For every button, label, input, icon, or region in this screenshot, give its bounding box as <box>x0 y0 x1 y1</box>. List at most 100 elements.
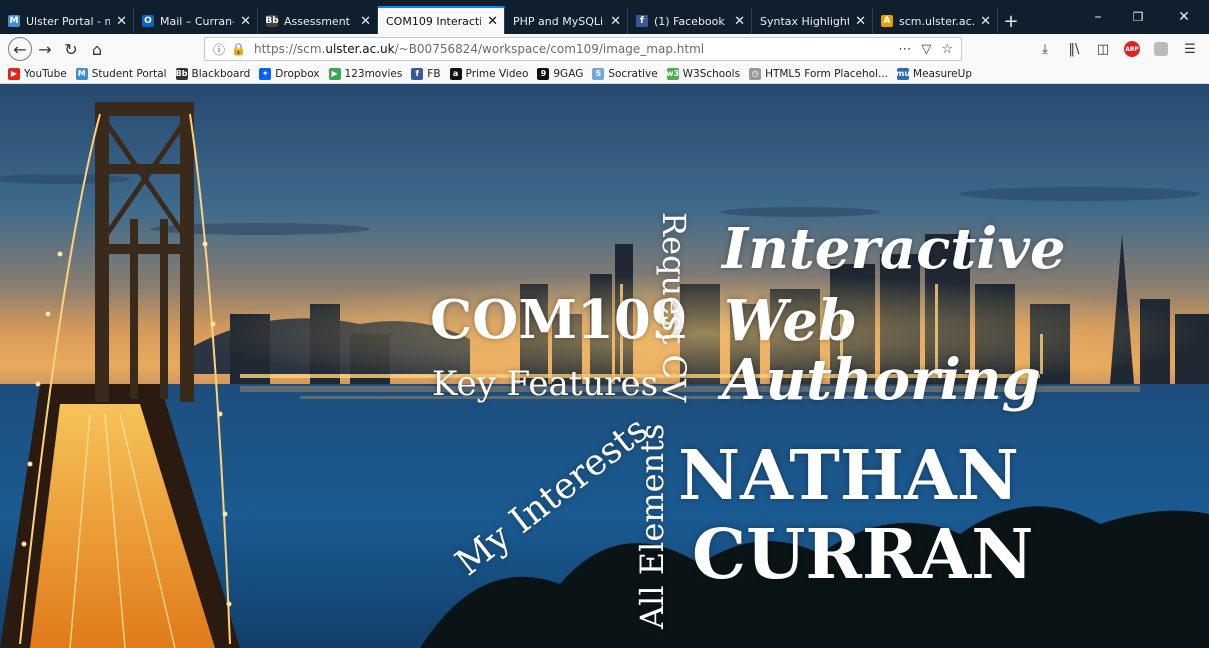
library-icon[interactable]: ‖\ <box>1061 36 1087 62</box>
bookmark-fb[interactable]: f FB <box>411 67 441 80</box>
bookmark-label: HTML5 Form Placehol... <box>765 67 889 80</box>
tab-6[interactable]: f (1) Facebook ✕ <box>628 8 752 34</box>
bookmark-label: MeasureUp <box>913 67 972 80</box>
extension-icon[interactable] <box>1148 36 1174 62</box>
course-code-link[interactable]: COM109 <box>430 294 688 347</box>
tab-2[interactable]: O Mail – Curran-N11 ✕ <box>134 8 258 34</box>
restore-button[interactable]: ❐ <box>1118 6 1158 28</box>
tab-favicon-icon: f <box>636 15 648 27</box>
tab-title: scm.ulster.ac.uk / lo <box>899 14 974 28</box>
bookmarks-toolbar: ▶ YouTube M Student Portal Bb Blackboard ✦ Drop… <box>0 64 1209 84</box>
name-first: NATHAN <box>678 436 1019 516</box>
tab-close-icon[interactable]: ✕ <box>487 14 498 29</box>
tab-favicon-icon: M <box>8 15 20 27</box>
tab-list: M Ulster Portal - myda ✕ O Mail – Curran-N11… <box>0 0 998 34</box>
bookmark-label: Prime Video <box>465 67 529 80</box>
key-features-link[interactable]: Key Features <box>432 367 658 401</box>
bookmark-blackboard[interactable]: Bb Blackboard <box>175 67 251 80</box>
page-actions-icon[interactable]: ⋯ <box>898 42 911 57</box>
tab-favicon-icon: A <box>881 15 893 27</box>
bookmark-favicon-icon: a <box>449 67 462 80</box>
bookmark-label: 123movies <box>344 67 403 80</box>
bookmark-favicon-icon: ✦ <box>259 67 272 80</box>
minimize-button[interactable]: – <box>1078 6 1118 28</box>
back-button[interactable]: ← <box>8 37 32 61</box>
sidebar-icon[interactable]: ◫ <box>1090 36 1116 62</box>
tab-title: Syntax Highlighter <box>760 14 849 28</box>
tab-close-icon[interactable]: ✕ <box>980 14 991 29</box>
home-button[interactable]: ⌂ <box>84 36 110 62</box>
tab-close-icon[interactable]: ✕ <box>855 14 866 29</box>
tab-1[interactable]: M Ulster Portal - myda ✕ <box>0 8 134 34</box>
tab-7[interactable]: Syntax Highlighter ✕ <box>752 8 873 34</box>
bookmark-prime-video[interactable]: a Prime Video <box>449 67 529 80</box>
bookmark-9gag[interactable]: 9 9GAG <box>537 67 584 80</box>
bookmark-favicon-icon: 9 <box>537 67 550 80</box>
tab-close-icon[interactable]: ✕ <box>610 14 621 29</box>
tab-title: Mail – Curran-N11 <box>160 14 234 28</box>
bookmark-label: Blackboard <box>191 67 251 80</box>
bookmark-label: Dropbox <box>275 67 320 80</box>
pocket-icon[interactable]: ▽ <box>921 42 931 57</box>
url-bar[interactable]: ⓘ 🔒 https://scm.ulster.ac.uk/~B00756824/… <box>204 37 962 61</box>
bookmark-label: Student Portal <box>91 67 167 80</box>
bookmark-label: FB <box>427 67 441 80</box>
bookmark-favicon-icon: ▶ <box>8 67 20 80</box>
close-window-button[interactable]: ✕ <box>1164 6 1204 28</box>
page-content: COM109 Key Features Request CV My Intere… <box>0 84 1209 648</box>
bookmark-favicon-icon: ▶ <box>328 67 341 80</box>
tab-title: Ulster Portal - myda <box>26 14 110 28</box>
bookmark-123movies[interactable]: ▶ 123movies <box>328 67 403 80</box>
bookmark-w3schools[interactable]: w3 W3Schools <box>666 67 741 80</box>
bookmark-measureup[interactable]: mu MeasureUp <box>896 67 972 80</box>
bookmark-youtube[interactable]: ▶ YouTube <box>8 67 67 80</box>
title-authoring: Authoring <box>722 347 1041 413</box>
title-web: Web <box>724 288 858 354</box>
bookmark-favicon-icon: S <box>592 67 605 80</box>
bookmark-favicon-icon: f <box>411 67 424 80</box>
name-last: CURRAN <box>692 515 1034 595</box>
bookmark-socrative[interactable]: S Socrative <box>592 67 658 80</box>
bookmark-star-icon[interactable]: ☆ <box>941 42 953 57</box>
new-tab-button[interactable]: + <box>998 8 1024 34</box>
bookmark-favicon-icon: Bb <box>175 67 188 80</box>
tab-close-icon[interactable]: ✕ <box>734 14 745 29</box>
tab-strip: M Ulster Portal - myda ✕ O Mail – Curran-N11… <box>0 0 1209 34</box>
tab-close-icon[interactable]: ✕ <box>116 14 127 29</box>
reload-button[interactable]: ↻ <box>58 36 84 62</box>
tab-4[interactable]: COM109 Interactive We ✕ <box>378 6 505 34</box>
download-icon[interactable]: ⤓ <box>1032 36 1058 62</box>
tab-3[interactable]: Bb Assessment – COM ✕ <box>258 8 378 34</box>
tab-close-icon[interactable]: ✕ <box>360 14 371 29</box>
url-text[interactable]: https://scm.ulster.ac.uk/~B00756824/work… <box>254 42 704 56</box>
title-interactive: Interactive <box>722 216 1066 282</box>
tab-5[interactable]: PHP and MySQLi Thank ✕ <box>505 8 628 34</box>
forward-button[interactable]: → <box>32 36 58 62</box>
tab-title: COM109 Interactive We <box>386 14 481 28</box>
adblock-icon[interactable]: ABP <box>1119 36 1145 62</box>
info-icon[interactable]: ⓘ <box>213 41 225 58</box>
bookmark-dropbox[interactable]: ✦ Dropbox <box>259 67 320 80</box>
bookmark-favicon-icon: w3 <box>666 67 680 80</box>
bookmark-favicon-icon: ◷ <box>749 67 762 80</box>
lock-icon: 🔒 <box>231 42 246 56</box>
navigation-bar: ← → ↻ ⌂ ⓘ 🔒 https://scm.ulster.ac.uk/~B0… <box>0 34 1209 64</box>
all-elements-link[interactable]: All Elements <box>633 424 671 629</box>
menu-icon[interactable]: ☰ <box>1177 36 1203 62</box>
bookmark-label: W3Schools <box>682 67 741 80</box>
tab-favicon-icon: Bb <box>265 15 279 27</box>
tab-title: (1) Facebook <box>654 14 725 28</box>
tab-8[interactable]: Ascm.ulster.ac.uk / lo ✕ <box>873 8 998 34</box>
bookmark-favicon-icon: mu <box>896 67 911 80</box>
tab-close-icon[interactable]: ✕ <box>240 14 251 29</box>
bookmark-label: 9GAG <box>553 67 584 80</box>
tab-title: PHP and MySQLi Thank <box>513 14 604 28</box>
tab-favicon-icon: O <box>142 15 154 27</box>
bookmark-label: Socrative <box>608 67 658 80</box>
bookmark-student-portal[interactable]: M Student Portal <box>75 67 167 80</box>
bookmark-favicon-icon: M <box>75 67 88 80</box>
bookmark-label: YouTube <box>24 67 67 80</box>
request-cv-link[interactable]: Request CV <box>655 212 693 402</box>
bookmark-html5-form-placehol[interactable]: ◷ HTML5 Form Placehol... <box>749 67 889 80</box>
tab-title: Assessment – COM <box>284 14 354 28</box>
